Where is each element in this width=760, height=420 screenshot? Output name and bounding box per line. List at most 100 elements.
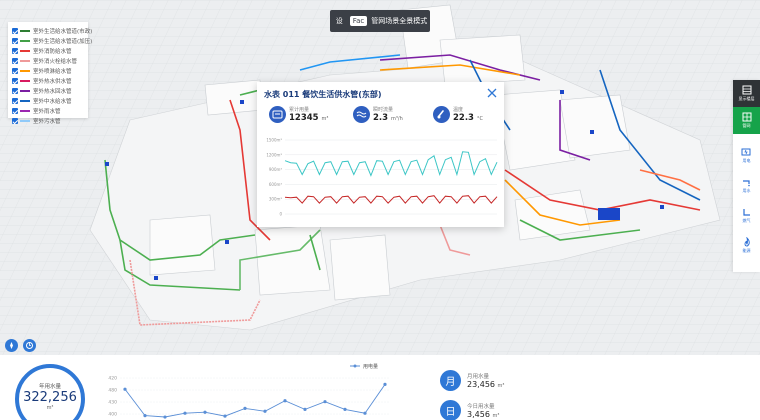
legend-item[interactable]: 室外热水回水管 <box>12 86 84 96</box>
stat-temp: 温度 22.3 °C <box>433 106 483 123</box>
stat-total: 累计用量 12345 m³ <box>269 106 328 123</box>
legend-item[interactable]: 室外喷淋给水管 <box>12 66 84 76</box>
tool-energy-label: 能源 <box>742 248 751 253</box>
meter-icon <box>269 106 286 123</box>
legend-item[interactable]: 室外雨水管 <box>12 106 84 116</box>
stat-flow-value: 2.3 <box>373 113 389 123</box>
compass-icon <box>10 342 13 349</box>
year-usage-value: 322,256 <box>23 390 77 405</box>
data-point <box>303 407 307 411</box>
tool-floors-label: 显示楼层 <box>738 96 755 101</box>
stat-temp-label: 温度 <box>453 107 464 113</box>
checkbox-icon[interactable] <box>12 78 18 84</box>
y-tick-label: 300m³ <box>269 197 283 202</box>
tool-floors[interactable]: 显示楼层 <box>733 80 760 107</box>
legend-label: 室外消防给水管 <box>33 49 72 55</box>
y-tick-label: 600m³ <box>269 182 283 187</box>
year-usage-unit: m³ <box>46 405 54 411</box>
flame-icon <box>744 237 750 247</box>
meter-popup: 水表 011 餐饮生活供水管(东部) 累计用量 12345 m³ 瞬时流量 2.… <box>257 82 504 227</box>
stat-flow-label: 瞬时流量 <box>373 107 394 113</box>
checkbox-icon[interactable] <box>12 118 18 124</box>
data-point <box>323 400 327 404</box>
data-point <box>343 407 347 411</box>
legend-swatch <box>20 80 30 82</box>
month-icon: 月 <box>440 370 461 391</box>
legend-item[interactable]: 室外污水管 <box>12 116 84 126</box>
data-point <box>363 411 367 415</box>
tool-pipes[interactable]: 管网 <box>733 107 760 134</box>
legend-label: 室外热水供水管 <box>33 79 72 85</box>
battery-icon <box>741 148 751 156</box>
tool-water[interactable]: 用水 <box>733 172 760 199</box>
stat-flow: 瞬时流量 2.3 m³/h <box>353 106 403 123</box>
data-point <box>123 387 127 391</box>
legend-item[interactable]: 室外生活给水管道(市政) <box>12 26 92 36</box>
y-tick-label: 900m³ <box>269 167 283 172</box>
legend-item[interactable]: 室外生活给水管道(加压) <box>12 36 92 46</box>
stat-total-value: 12345 <box>289 113 319 123</box>
y-tick-label: 400 <box>108 412 117 418</box>
checkbox-icon[interactable] <box>12 48 18 54</box>
data-point <box>163 415 167 419</box>
scene-mode-bar: 设 Fac 管网场景全景模式 <box>330 10 430 32</box>
year-usage-label: 年用水量 <box>38 384 61 390</box>
y-tick-label: 0 <box>279 212 282 217</box>
data-point <box>383 382 387 386</box>
data-point <box>223 414 227 418</box>
tool-pipes-label: 管网 <box>742 123 751 128</box>
popup-flow-chart: 1500m³ 1200m³ 900m³ 600m³ 300m³ 0 <box>266 138 498 217</box>
legend-item[interactable]: 室外热水供水管 <box>12 76 84 86</box>
stat-temp-value: 22.3 <box>453 113 474 123</box>
chart-legend-label: 用电量 <box>363 363 378 370</box>
legend-swatch <box>20 110 30 112</box>
legend-swatch <box>20 90 30 92</box>
legend-label: 室外生活给水管道(加压) <box>33 39 93 45</box>
checkbox-icon[interactable] <box>12 108 18 114</box>
checkbox-icon[interactable] <box>12 88 18 94</box>
day-usage-label: 今日用水量 <box>467 404 495 410</box>
checkbox-icon[interactable] <box>12 98 18 104</box>
y-tick-label: 1200m³ <box>266 152 282 157</box>
data-point <box>263 409 267 413</box>
checkbox-icon[interactable] <box>12 28 18 34</box>
tool-gas[interactable]: 燃气 <box>733 202 760 229</box>
mode-btn-a[interactable]: 设 <box>333 15 346 27</box>
thermometer-icon <box>433 106 450 123</box>
legend-label: 室外生活给水管道(市政) <box>33 29 93 35</box>
checkbox-icon[interactable] <box>12 58 18 64</box>
compass-button[interactable] <box>5 339 18 352</box>
y-tick-label: 420 <box>108 376 117 382</box>
data-point <box>203 410 207 414</box>
reset-icon <box>26 342 33 349</box>
day-icon: 日 <box>440 400 461 420</box>
reset-view-button[interactable] <box>23 339 36 352</box>
tool-electric[interactable]: 用电 <box>733 142 760 169</box>
tool-energy[interactable]: 能源 <box>733 232 760 259</box>
legend-swatch <box>20 60 30 62</box>
legend-swatch <box>20 100 30 102</box>
day-usage-unit: m³ <box>492 413 500 419</box>
month-usage-value: 23,456 <box>467 380 495 389</box>
chart-legend-marker <box>353 364 357 368</box>
checkbox-icon[interactable] <box>12 68 18 74</box>
y-tick-label: 430 <box>108 400 117 406</box>
mode-btn-b[interactable]: Fac <box>349 16 368 26</box>
legend-label: 室外雨水管 <box>33 109 61 115</box>
legend-item[interactable]: 室外消火栓给水管 <box>12 56 84 66</box>
y-tick-label: 480 <box>108 388 117 394</box>
data-point <box>243 406 247 410</box>
stat-total-label: 累计用量 <box>289 107 310 113</box>
month-usage-unit: m³ <box>497 383 505 389</box>
data-point <box>143 414 147 418</box>
water-wave-icon <box>353 106 370 123</box>
pipe-icon <box>742 209 750 216</box>
mode-label: 管网场景全景模式 <box>371 17 428 25</box>
grid-icon <box>742 112 751 122</box>
legend-item[interactable]: 室外消防给水管 <box>12 46 84 56</box>
legend-label: 室外热水回水管 <box>33 89 72 95</box>
checkbox-icon[interactable] <box>12 38 18 44</box>
legend-item[interactable]: 室外中水给水管 <box>12 96 84 106</box>
legend-swatch <box>20 40 30 42</box>
close-icon[interactable] <box>486 87 498 99</box>
